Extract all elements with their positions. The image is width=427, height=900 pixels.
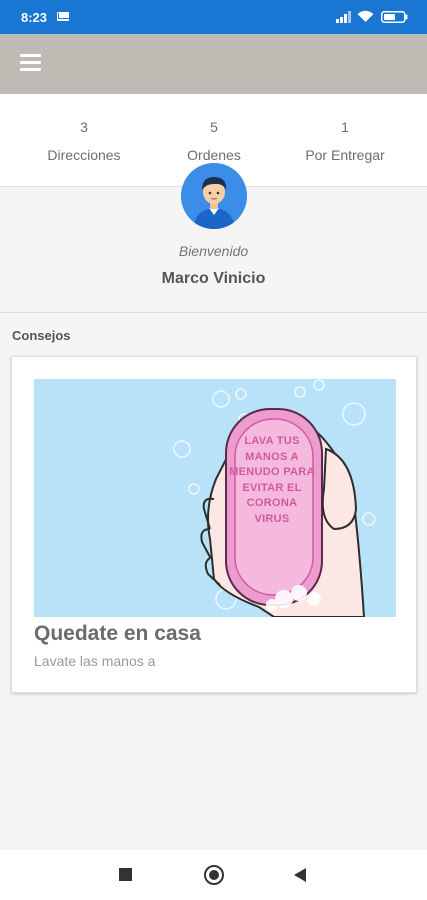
tip-subtitle: Lavate las manos a — [34, 653, 156, 669]
stat-value: 5 — [210, 119, 218, 135]
welcome-text: Bienvenido — [178, 243, 249, 259]
user-avatar-icon[interactable] — [181, 163, 247, 229]
stat-label: Por Entregar — [305, 147, 385, 163]
app-bar — [0, 34, 427, 94]
user-name: Marco Vinicio — [161, 270, 266, 287]
tip-card[interactable]: LAVA TUS MANOS A MENUDO PARA EVITAR EL C… — [11, 356, 417, 693]
home-circle-icon[interactable] — [204, 865, 224, 885]
wifi-icon — [357, 10, 374, 22]
section-title: Consejos — [12, 328, 71, 343]
status-time: 8:23 — [21, 10, 48, 25]
stat-direcciones[interactable]: 3 Direcciones — [14, 118, 154, 164]
stat-value: 3 — [80, 119, 88, 135]
stat-value: 1 — [341, 119, 349, 135]
menu-icon[interactable] — [20, 54, 42, 74]
system-nav-bar — [0, 850, 427, 900]
signal-icon — [336, 11, 351, 23]
back-triangle-icon[interactable] — [294, 868, 306, 882]
mail-icon — [57, 12, 69, 21]
tip-image: LAVA TUS MANOS A MENUDO PARA EVITAR EL C… — [34, 379, 396, 617]
stat-por-entregar[interactable]: 1 Por Entregar — [275, 118, 415, 164]
tip-title: Quedate en casa — [34, 622, 201, 645]
recents-square-icon[interactable] — [119, 868, 132, 881]
stat-label: Ordenes — [187, 147, 241, 163]
soap-message: LAVA TUS MANOS A MENUDO PARA EVITAR EL C… — [229, 435, 315, 525]
stat-ordenes[interactable]: 5 Ordenes — [144, 118, 284, 164]
stat-label: Direcciones — [47, 147, 121, 163]
battery-icon — [381, 11, 408, 23]
status-bar: 8:23 — [0, 0, 427, 34]
profile-section: Bienvenido Marco Vinicio — [0, 163, 427, 313]
